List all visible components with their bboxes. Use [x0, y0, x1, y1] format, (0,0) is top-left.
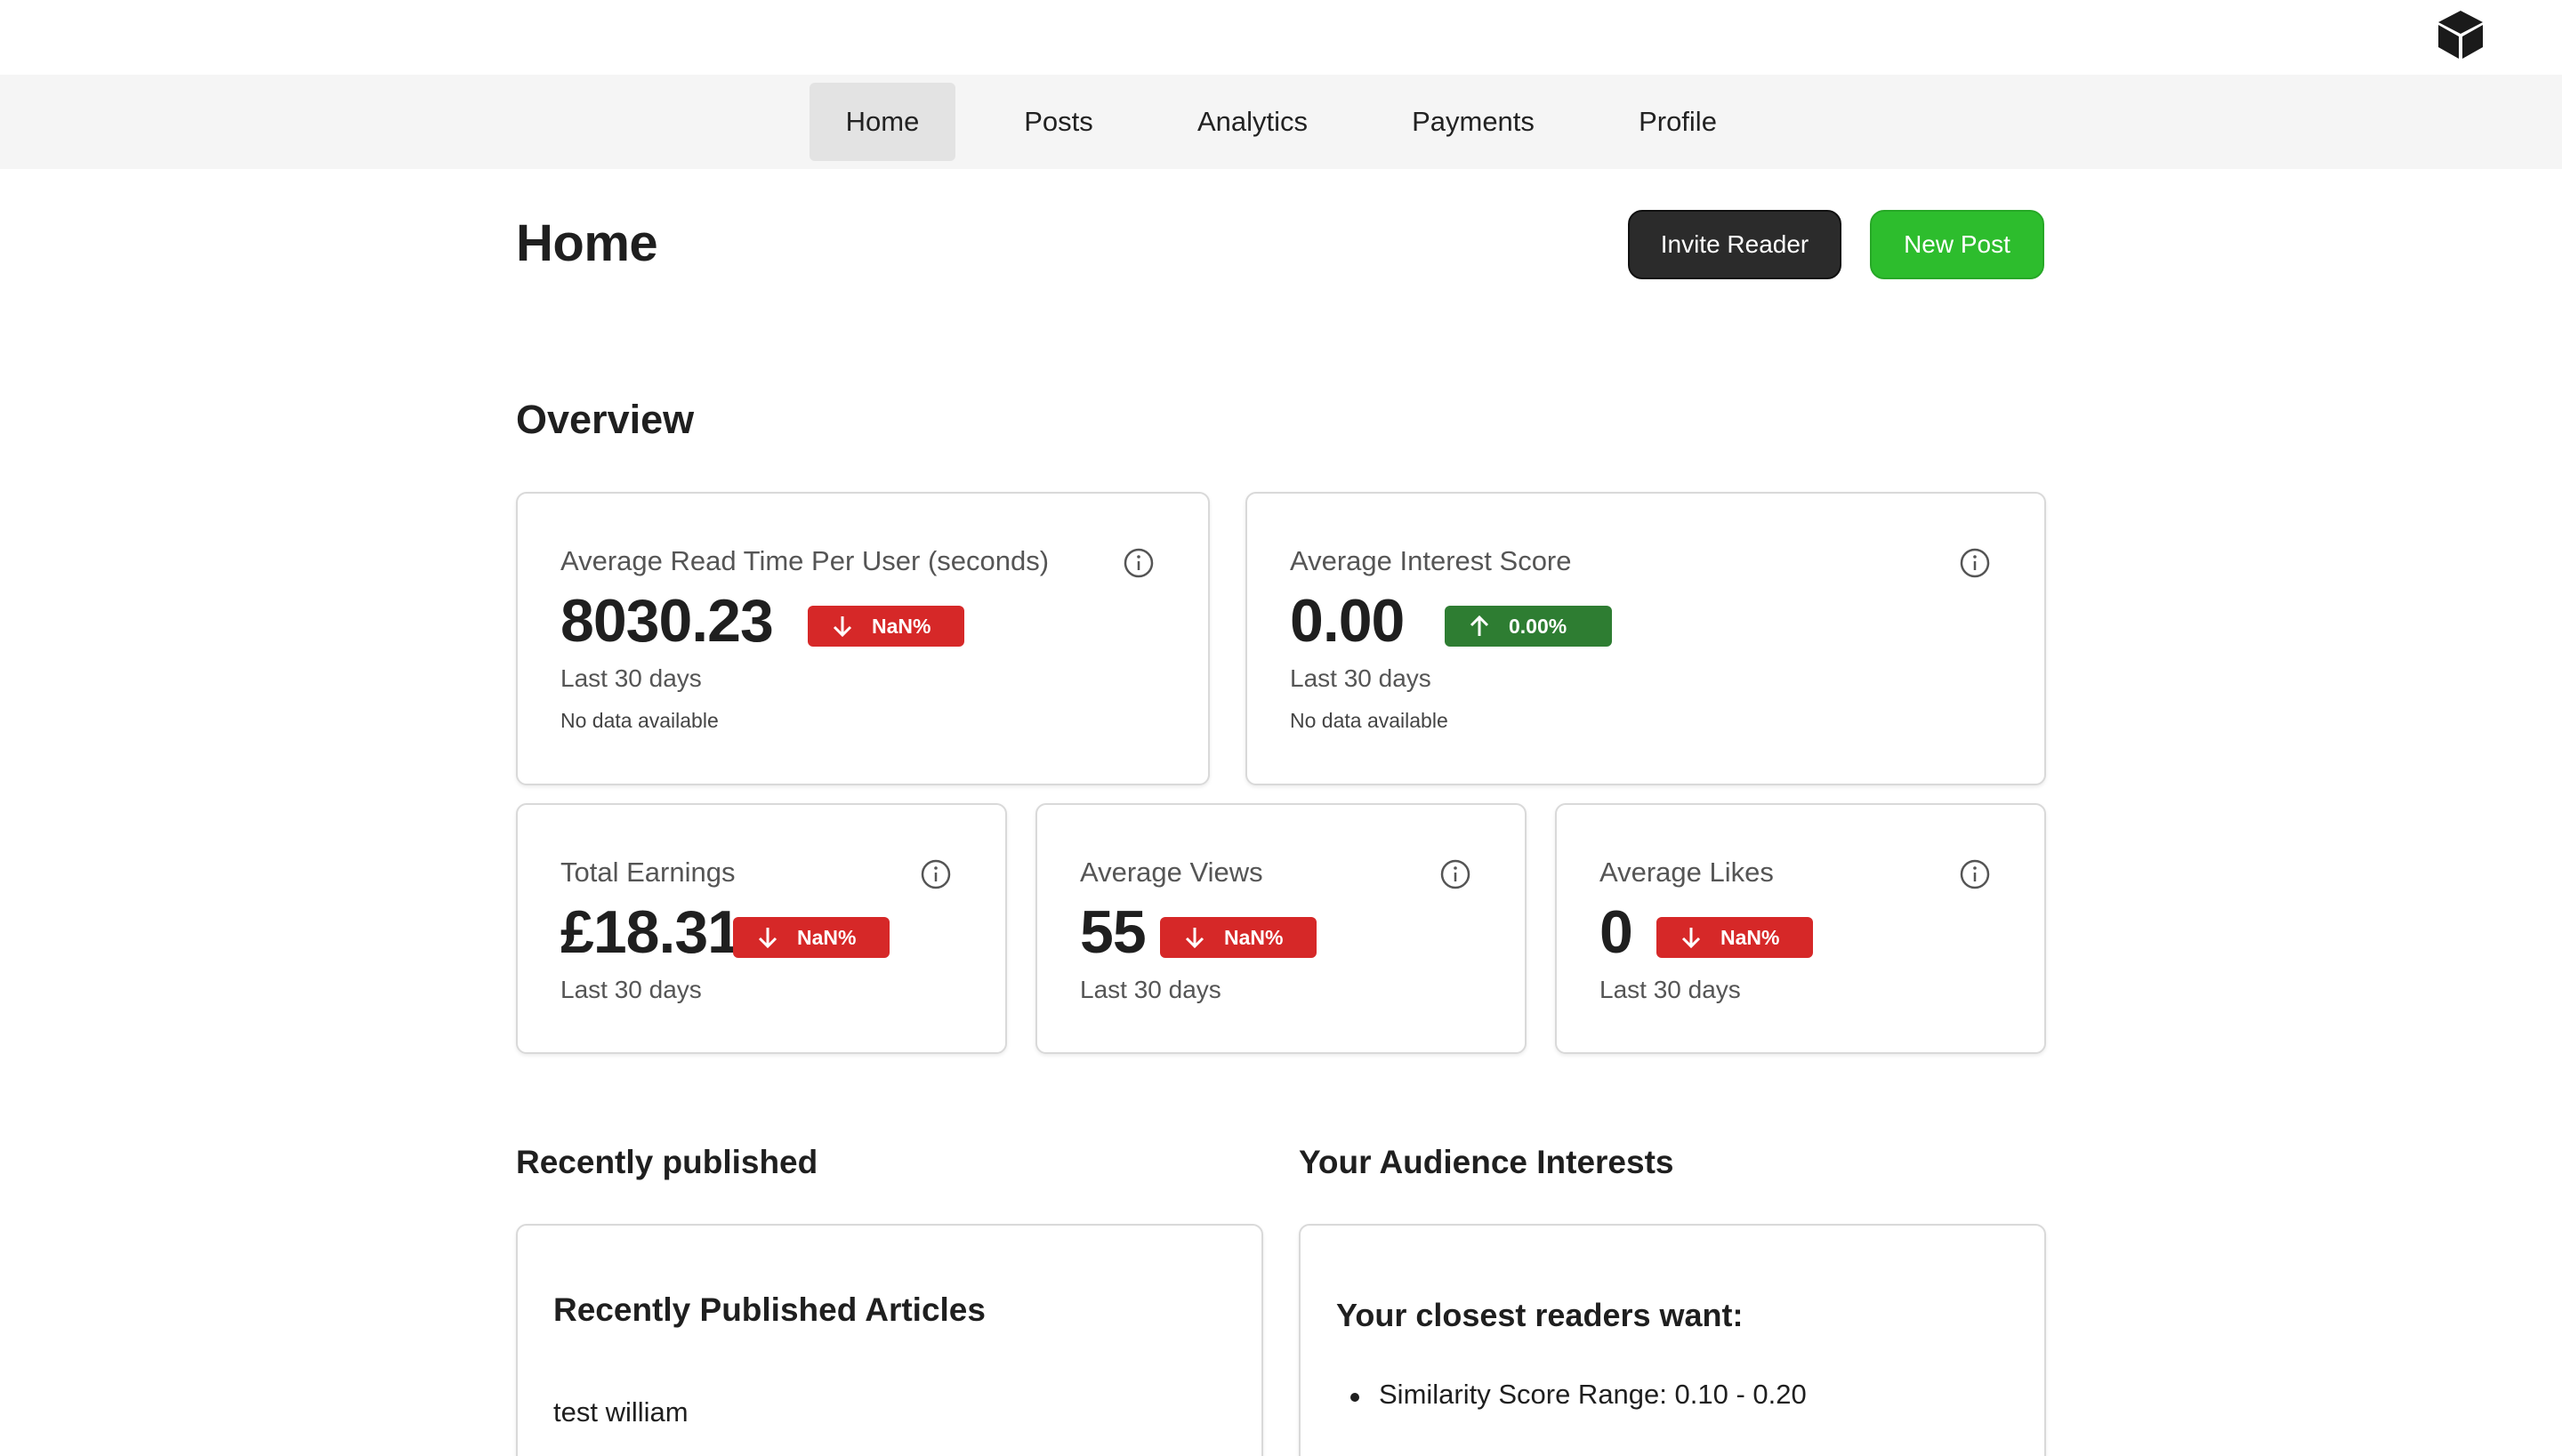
new-post-button[interactable]: New Post: [1870, 210, 2044, 279]
stat-period: Last 30 days: [1080, 976, 1221, 1003]
top-bar: [0, 0, 2562, 75]
stat-note: No data available: [1290, 709, 1448, 732]
info-icon[interactable]: [1123, 547, 1155, 579]
nav-item-home[interactable]: Home: [810, 83, 955, 161]
audience-interests-title: Your Audience Interests: [1299, 1144, 1674, 1180]
change-badge: NaN%: [733, 917, 890, 958]
stat-period: Last 30 days: [1290, 664, 1431, 692]
nav-item-analytics[interactable]: Analytics: [1171, 83, 1334, 161]
nav-item-profile[interactable]: Profile: [1612, 83, 1744, 161]
change-badge: NaN%: [1160, 917, 1317, 958]
info-icon[interactable]: [1959, 858, 1991, 890]
cube-icon[interactable]: [2434, 7, 2487, 60]
article-link[interactable]: test william: [553, 1396, 689, 1428]
info-icon[interactable]: [1439, 858, 1471, 890]
audience-interests-card: Your closest readers want: Similarity Sc…: [1299, 1224, 2046, 1456]
stat-value: 55: [1080, 898, 1147, 966]
recently-published-title: Recently published: [516, 1144, 818, 1180]
nav-item-posts[interactable]: Posts: [998, 83, 1119, 161]
stat-label: Average Likes: [1599, 857, 1774, 888]
change-text: NaN%: [1224, 926, 1284, 949]
info-icon[interactable]: [920, 858, 952, 890]
change-badge: NaN%: [808, 606, 964, 647]
stat-card-interest-score: Average Interest Score 0.00 0.00% Last 3…: [1245, 492, 2046, 785]
stat-note: No data available: [560, 709, 719, 732]
stat-value: 8030.23: [560, 587, 774, 655]
change-text: 0.00%: [1509, 615, 1567, 638]
stat-label: Average Views: [1080, 857, 1263, 888]
stat-label: Average Read Time Per User (seconds): [560, 545, 1050, 576]
arrow-up-icon: [1470, 615, 1489, 636]
stat-value: £18.31: [560, 898, 741, 966]
stat-card-average-likes: Average Likes 0 NaN% Last 30 days: [1555, 803, 2046, 1054]
audience-interests-heading: Your closest readers want:: [1336, 1297, 1744, 1333]
stat-card-average-views: Average Views 55 NaN% Last 30 days: [1035, 803, 1527, 1054]
change-text: NaN%: [872, 615, 931, 638]
recent-articles-heading: Recently Published Articles: [553, 1291, 986, 1328]
stat-value: 0: [1599, 898, 1633, 966]
info-icon[interactable]: [1959, 547, 1991, 579]
stat-value: 0.00: [1290, 587, 1405, 655]
main-nav: Home Posts Analytics Payments Profile: [0, 75, 2562, 169]
change-text: NaN%: [797, 926, 857, 949]
stat-label: Total Earnings: [560, 857, 736, 888]
change-text: NaN%: [1720, 926, 1780, 949]
recent-articles-card: Recently Published Articles test william: [516, 1224, 1263, 1456]
nav-item-payments[interactable]: Payments: [1393, 83, 1553, 161]
arrow-down-icon: [1185, 928, 1204, 949]
arrow-down-icon: [1681, 928, 1701, 949]
arrow-down-icon: [758, 928, 777, 949]
list-item: Similarity Score Range: 0.10 - 0.20: [1350, 1379, 1807, 1410]
arrow-down-icon: [833, 616, 852, 638]
invite-reader-button[interactable]: Invite Reader: [1628, 210, 1841, 279]
stat-period: Last 30 days: [560, 976, 702, 1003]
stat-period: Last 30 days: [1599, 976, 1741, 1003]
stat-period: Last 30 days: [560, 664, 702, 692]
stat-card-read-time: Average Read Time Per User (seconds) 803…: [516, 492, 1210, 785]
change-badge: 0.00%: [1445, 606, 1612, 647]
change-badge: NaN%: [1656, 917, 1813, 958]
stat-card-total-earnings: Total Earnings £18.31 NaN% Last 30 days: [516, 803, 1007, 1054]
page-title: Home: [516, 214, 658, 272]
overview-title: Overview: [516, 397, 695, 442]
stat-label: Average Interest Score: [1290, 545, 1572, 576]
